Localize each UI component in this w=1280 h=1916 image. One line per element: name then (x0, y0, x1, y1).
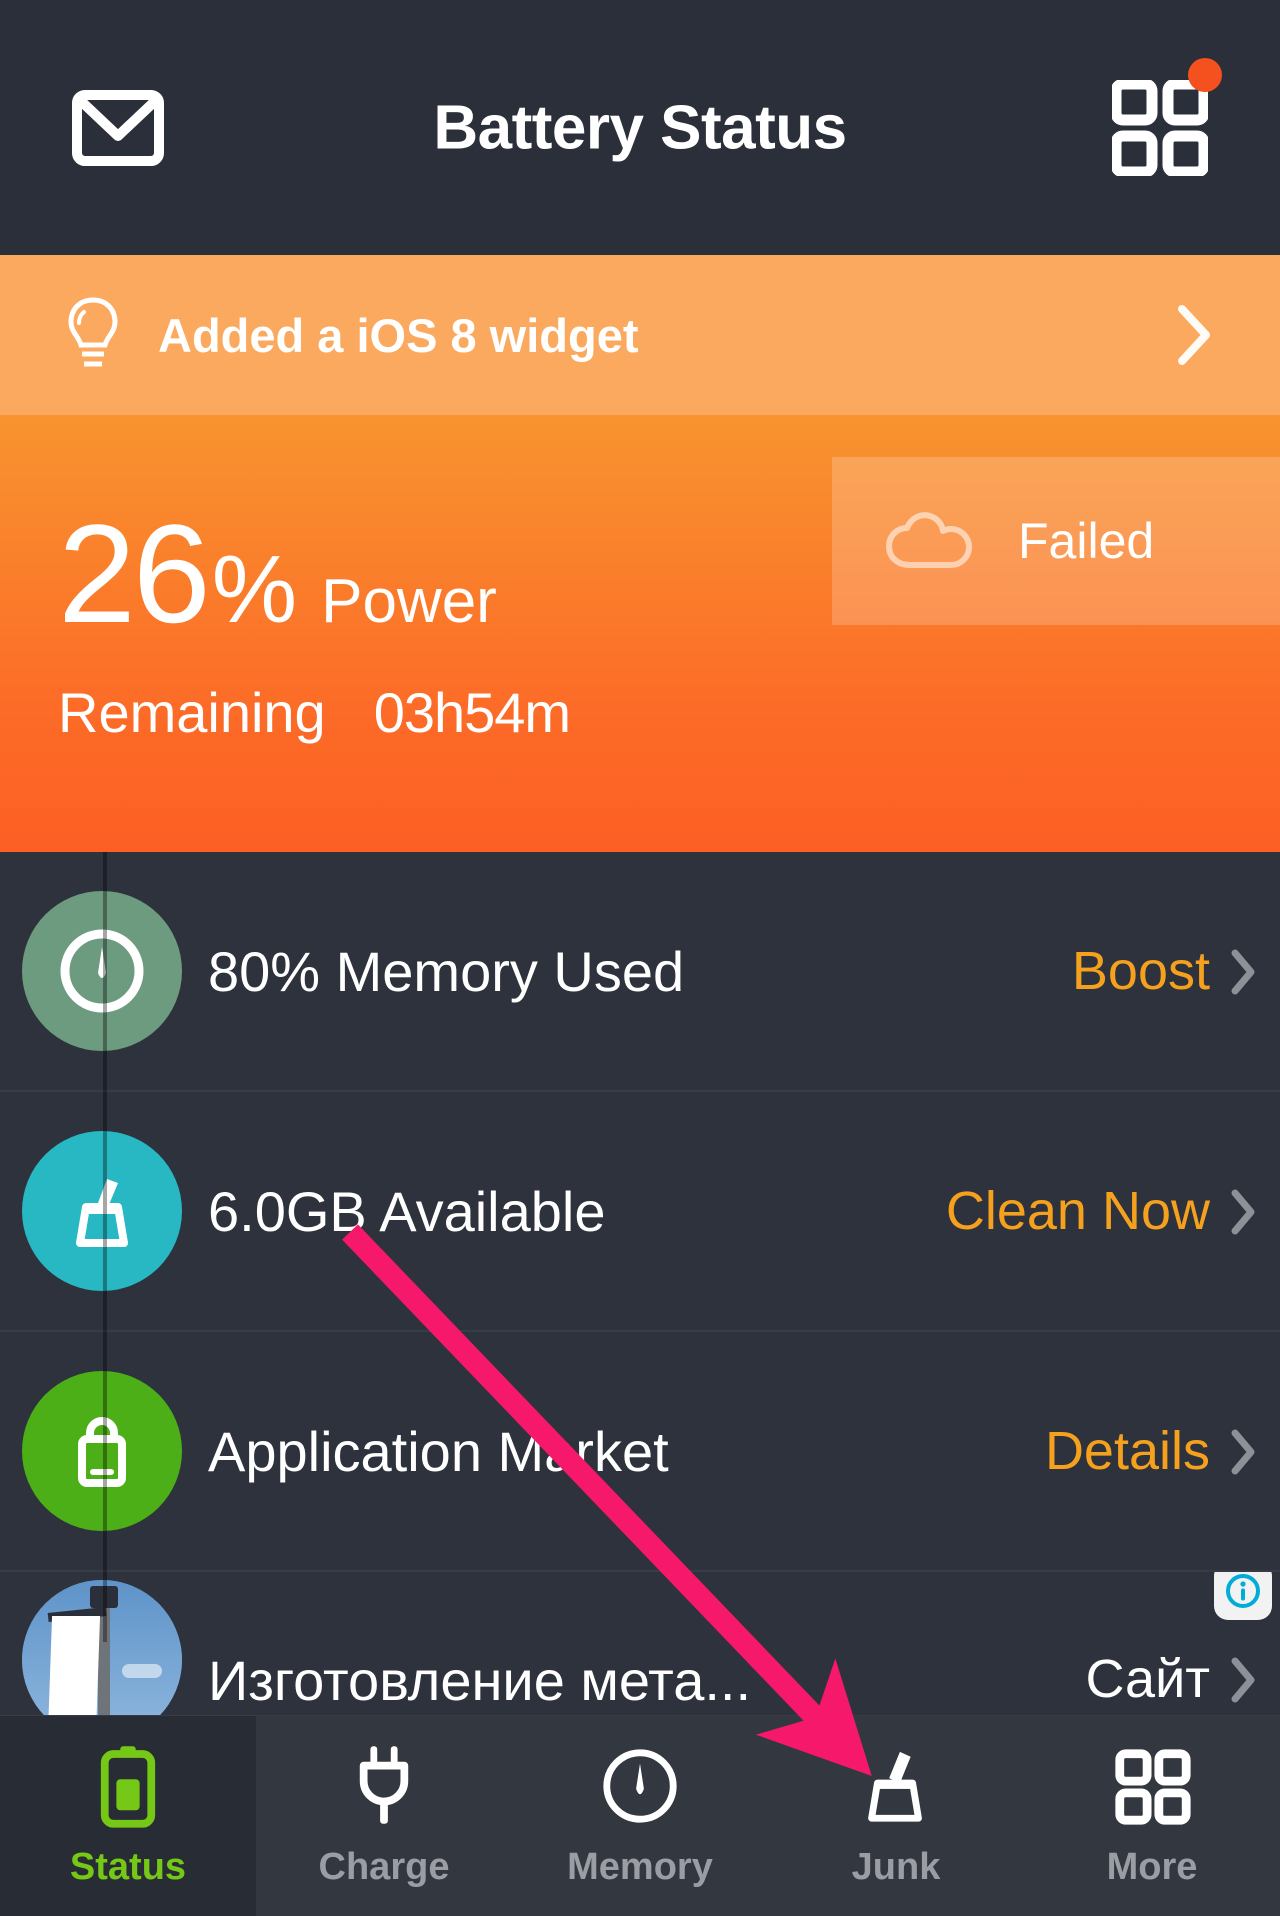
remaining-value: 03h54m (373, 681, 571, 744)
list-item-action-label: Сайт (1085, 1649, 1210, 1709)
tab-label: Junk (851, 1845, 941, 1888)
photo-thumbnail (22, 1580, 182, 1715)
chevron-right-icon (1228, 1655, 1258, 1703)
percent-symbol: % (211, 536, 298, 643)
list-item[interactable]: Application Market Details (0, 1332, 1280, 1572)
info-icon[interactable] (1214, 1572, 1272, 1620)
battery-icon (97, 1744, 159, 1828)
app-header: Battery Status (0, 0, 1280, 255)
list-item-action-label: Boost (1071, 941, 1210, 1001)
list-item-action-label: Clean Now (945, 1181, 1210, 1241)
gauge-icon (22, 891, 182, 1051)
battery-readout: 26 % Power Remaining 03h54m (58, 495, 571, 745)
broom-icon (854, 1744, 938, 1828)
details-button[interactable]: Details (1045, 1420, 1258, 1482)
app-screen: Battery Status Added a iOS 8 widget 26 %… (0, 0, 1280, 1916)
chevron-right-icon (1228, 1427, 1258, 1475)
tip-banner[interactable]: Added a iOS 8 widget (0, 255, 1280, 415)
photo-cloud (122, 1664, 162, 1678)
tab-label: More (1106, 1845, 1198, 1888)
battery-remaining-row: Remaining 03h54m (58, 680, 571, 745)
broom-icon (22, 1131, 182, 1291)
tab-status[interactable]: Status (0, 1716, 256, 1916)
lightbulb-icon (64, 295, 122, 375)
clean-now-button[interactable]: Clean Now (946, 1180, 1258, 1242)
list-item[interactable]: 6.0GB Available Clean Now (0, 1092, 1280, 1332)
tab-more[interactable]: More (1024, 1716, 1280, 1916)
tip-banner-label: Added a iOS 8 widget (158, 308, 639, 362)
chevron-right-icon (1228, 947, 1258, 995)
battery-percent-row: 26 % Power (58, 495, 570, 652)
grid-apps-icon[interactable] (1110, 57, 1222, 177)
power-label: Power (321, 567, 497, 636)
list-item-ad[interactable]: Изготовление мета... Сайт (0, 1572, 1280, 1717)
tab-label: Charge (318, 1845, 450, 1888)
notification-dot (1188, 57, 1222, 92)
boost-button[interactable]: Boost (1072, 940, 1258, 1002)
list-item-action-label: Details (1044, 1421, 1210, 1481)
tab-label: Status (69, 1845, 187, 1888)
battery-percent-value: 26 (58, 495, 211, 652)
page-title: Battery Status (433, 93, 847, 162)
tab-label: Memory (567, 1845, 713, 1888)
photo-banner (47, 1616, 101, 1715)
gauge-icon (598, 1744, 682, 1828)
list-item-title: 6.0GB Available (208, 1179, 606, 1243)
cloud-icon (884, 510, 976, 572)
list-item-title: Application Market (208, 1419, 669, 1483)
capture-guide-line (103, 852, 107, 1642)
chevron-right-icon (1172, 303, 1216, 367)
envelope-icon[interactable] (72, 89, 164, 166)
list-item-title: 80% Memory Used (208, 939, 685, 1003)
plug-icon (353, 1744, 415, 1828)
list-item[interactable]: 80% Memory Used Boost (0, 852, 1280, 1092)
chevron-right-icon (1228, 1187, 1258, 1235)
grid-apps-icon (1110, 1744, 1194, 1828)
cloud-sync-status[interactable]: Failed (832, 457, 1280, 625)
status-list: 80% Memory Used Boost 6.0GB Available Cl… (0, 852, 1280, 1717)
cloud-status-label: Failed (1018, 513, 1155, 569)
shopping-bag-icon (22, 1371, 182, 1531)
battery-hero: 26 % Power Remaining 03h54m Failed (0, 415, 1280, 852)
tab-memory[interactable]: Memory (512, 1716, 768, 1916)
tab-charge[interactable]: Charge (256, 1716, 512, 1916)
list-item-title: Изготовление мета... (208, 1649, 752, 1712)
tab-junk[interactable]: Junk (768, 1716, 1024, 1916)
site-button[interactable]: Сайт (1085, 1648, 1258, 1710)
bottom-tab-bar: Status Charge Memory Junk More (0, 1716, 1280, 1916)
remaining-label: Remaining (58, 681, 326, 744)
